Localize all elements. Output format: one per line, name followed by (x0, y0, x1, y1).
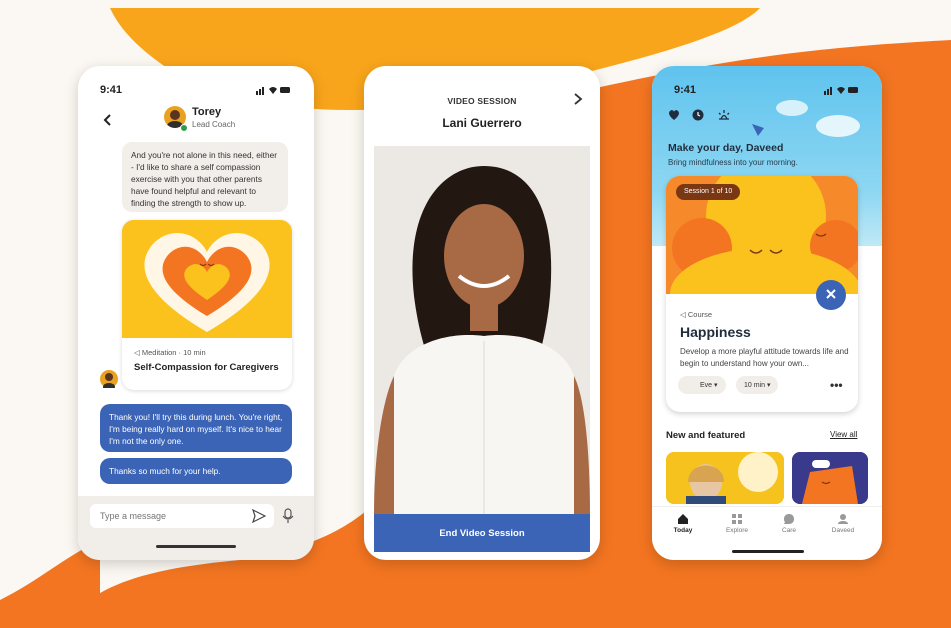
status-bar: 9:41 (100, 84, 292, 98)
close-button[interactable] (816, 280, 846, 310)
chevron-right-icon[interactable] (572, 92, 584, 106)
tab-bar: Today Explore Care Daveed (652, 506, 882, 560)
meditation-card[interactable]: ◁ Meditation · 10 min Self-Compassion fo… (122, 220, 292, 390)
home-icon (678, 514, 688, 524)
status-bar: 9:41 (674, 84, 860, 98)
back-arrow-icon[interactable] (100, 112, 116, 128)
user-icon (838, 514, 848, 524)
video-person-name: Lani Guerrero (442, 116, 522, 130)
video-session-label: VIDEO SESSION (447, 96, 517, 106)
sunrise-icon[interactable] (717, 109, 731, 121)
speaker-icon: ◁ (134, 348, 142, 357)
coach-role: Lead Coach (192, 120, 236, 129)
chevron-down-icon: ▾ (766, 382, 771, 389)
microphone-icon[interactable] (282, 508, 294, 524)
outgoing-message: Thanks so much for your help. (100, 458, 292, 484)
course-description: Develop a more playful attitude towards … (680, 347, 849, 368)
section-title: New and featured (666, 430, 746, 441)
video-feed (374, 146, 590, 516)
home-indicator (156, 545, 236, 548)
video-phone: VIDEO SESSION Lani Guerrero End Video Se… (364, 66, 600, 560)
message-input[interactable] (90, 504, 274, 528)
course-title: Happiness (680, 324, 751, 340)
featured-thumbnail[interactable] (792, 452, 868, 504)
chat-header: Torey Lead Coach (78, 102, 314, 142)
incoming-message: And you're not alone in this need, eithe… (122, 142, 288, 212)
message-composer (78, 496, 314, 560)
online-indicator (180, 124, 188, 132)
tab-explore[interactable]: Explore (714, 513, 760, 534)
top-icons (668, 108, 739, 122)
outgoing-message: Thank you! I'll try this during lunch. Y… (100, 404, 292, 452)
meditation-title: Self-Compassion for Caregivers (134, 362, 279, 373)
send-icon[interactable] (252, 509, 266, 523)
status-time: 9:41 (674, 84, 697, 96)
greeting-title: Make your day, Daveed (668, 142, 784, 154)
duration-selector[interactable]: 10 min ▾ (736, 376, 779, 394)
featured-thumbnail[interactable] (666, 452, 784, 504)
grid-icon (732, 514, 742, 524)
close-icon (826, 288, 836, 299)
heart-icon[interactable] (668, 109, 680, 121)
meditation-meta: ◁ Meditation · 10 min (134, 348, 206, 357)
signal-battery-icon (256, 87, 290, 95)
speaker-icon: ◁ (680, 310, 688, 319)
status-time: 9:41 (100, 84, 123, 96)
course-meta: ◁ Course (680, 310, 713, 319)
today-phone: 9:41 Make your day, Daveed Bring mindful… (652, 66, 882, 560)
more-options-button[interactable]: ••• (830, 378, 843, 392)
chat-phone: 9:41 Torey Lead Coach And you're not alo… (78, 66, 314, 560)
end-video-session-button[interactable]: End Video Session (374, 514, 590, 552)
home-indicator (732, 550, 804, 553)
coach-small-avatar (100, 370, 118, 391)
greeting-subtitle: Bring mindfulness into your morning. (668, 158, 798, 167)
tab-today[interactable]: Today (660, 513, 706, 534)
chevron-down-icon: ▾ (714, 382, 718, 389)
tab-daveed[interactable]: Daveed (820, 513, 866, 534)
coach-name: Torey (192, 106, 222, 118)
tab-care[interactable]: Care (766, 513, 812, 534)
teacher-selector[interactable]: Eve ▾ (678, 376, 726, 394)
heart-illustration (122, 220, 292, 338)
clock-icon[interactable] (692, 109, 704, 121)
view-all-link[interactable]: View all (830, 430, 857, 439)
person-video-image (374, 146, 590, 516)
session-tag: Session 1 of 10 (676, 184, 741, 200)
chat-bubble-icon (784, 514, 794, 524)
signal-battery-icon (824, 87, 858, 95)
course-card[interactable]: Session 1 of 10 ◁ Course Happiness Devel… (666, 176, 858, 412)
